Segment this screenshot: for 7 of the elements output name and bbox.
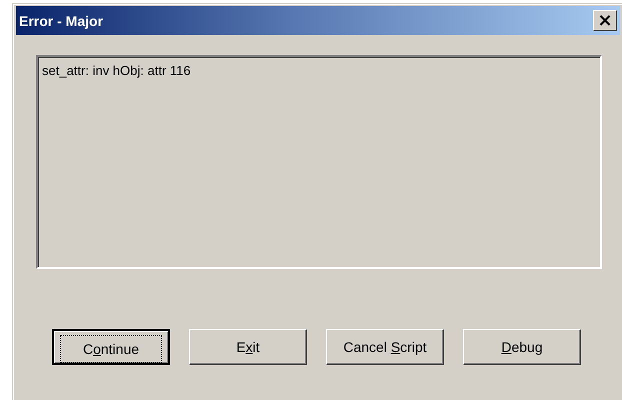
dialog-button[interactable]: Debug (463, 329, 581, 365)
dialog-button[interactable]: Continue (52, 329, 170, 365)
close-button[interactable]: × (593, 10, 617, 31)
error-message: set_attr: inv hObj: attr 116 (42, 63, 191, 78)
window-title: Error - Major (19, 12, 104, 28)
dialog-button[interactable]: Exit (189, 329, 307, 365)
dialog-button[interactable]: Cancel Script (326, 329, 444, 365)
